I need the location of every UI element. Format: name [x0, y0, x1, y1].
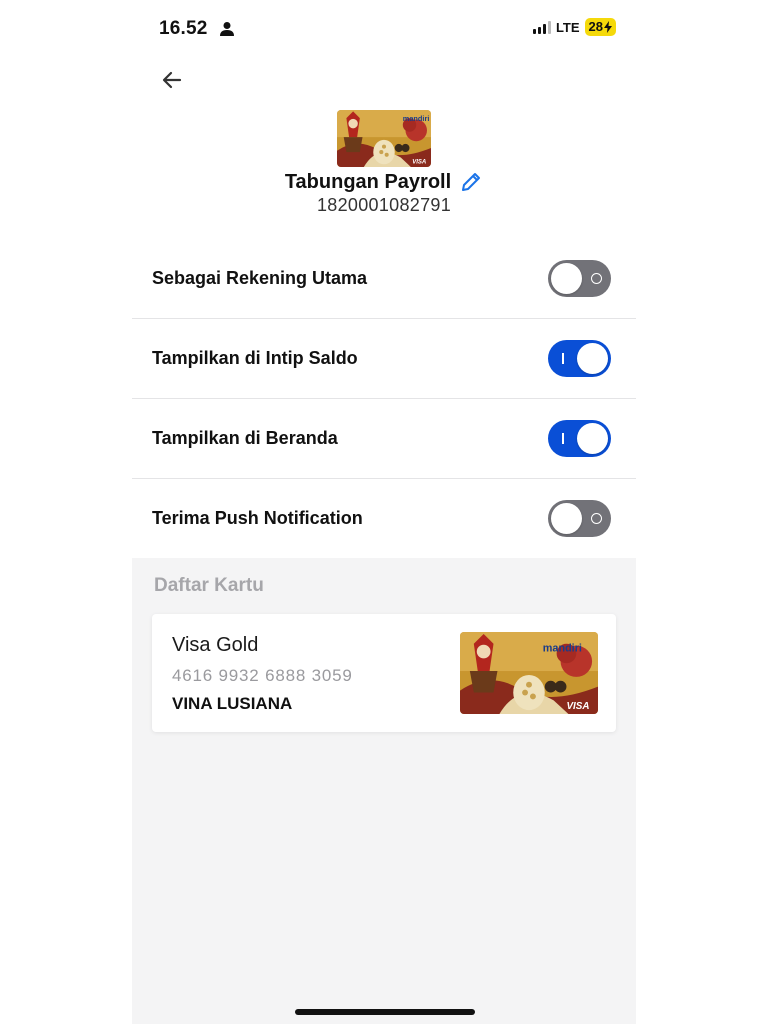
main-account-toggle[interactable]	[548, 260, 611, 297]
toggle-off-mark	[591, 273, 602, 284]
toggle-knob	[551, 503, 582, 534]
toggle-on-mark	[562, 353, 564, 364]
card-network-text: VISA	[566, 701, 589, 712]
status-time: 16.52	[159, 18, 208, 39]
signal-icon	[532, 20, 551, 34]
card-image: mandiri VISA	[460, 632, 598, 714]
home-indicator[interactable]	[295, 1009, 475, 1015]
battery-level: 28	[588, 19, 603, 34]
card-list-item[interactable]: Visa Gold 4616 9932 6888 3059 VINA LUSIA…	[152, 614, 616, 732]
card-network-text: VISA	[412, 160, 426, 166]
toggle-knob	[551, 263, 582, 294]
push-notification-toggle[interactable]	[548, 500, 611, 537]
network-type: LTE	[555, 19, 580, 35]
toggle-on-mark	[562, 433, 564, 444]
card-brand-text: mandiri	[403, 114, 430, 123]
setting-row-intip-saldo: Tampilkan di Intip Saldo	[132, 319, 636, 399]
setting-row-push-notification: Terima Push Notification	[132, 479, 636, 559]
beranda-toggle[interactable]	[548, 420, 611, 457]
toggle-knob	[577, 423, 608, 454]
person-icon	[220, 22, 234, 36]
card-brand-text: mandiri	[543, 643, 582, 655]
arrow-left-icon[interactable]	[158, 66, 186, 94]
account-number: 1820001082791	[316, 195, 452, 215]
setting-label: Sebagai Rekening Utama	[152, 268, 368, 288]
battery-indicator: 28	[584, 18, 616, 36]
intip-saldo-toggle[interactable]	[548, 340, 611, 377]
account-title: Tabungan Payroll	[284, 170, 452, 193]
phone-screen: 16.52 LTE 28 mandiri VISA Tabungan Payro…	[132, 0, 636, 1024]
status-indicators: LTE 28	[532, 18, 616, 36]
setting-label: Tampilkan di Intip Saldo	[152, 348, 358, 368]
card-number: 4616 9932 6888 3059	[172, 666, 353, 685]
charging-bolt-icon	[604, 21, 612, 33]
setting-label: Terima Push Notification	[152, 508, 363, 528]
account-title-row: Tabungan Payroll	[132, 170, 636, 194]
card-holder-name: VINA LUSIANA	[172, 694, 293, 713]
pencil-icon[interactable]	[459, 170, 483, 194]
setting-row-beranda: Tampilkan di Beranda	[132, 399, 636, 479]
toggle-off-mark	[591, 513, 602, 524]
card-type: Visa Gold	[172, 634, 259, 656]
account-card-thumbnail: mandiri VISA	[337, 110, 431, 167]
toggle-knob	[577, 343, 608, 374]
card-list-title: Daftar Kartu	[154, 575, 264, 596]
setting-row-main-account: Sebagai Rekening Utama	[132, 239, 636, 319]
setting-label: Tampilkan di Beranda	[152, 428, 338, 448]
